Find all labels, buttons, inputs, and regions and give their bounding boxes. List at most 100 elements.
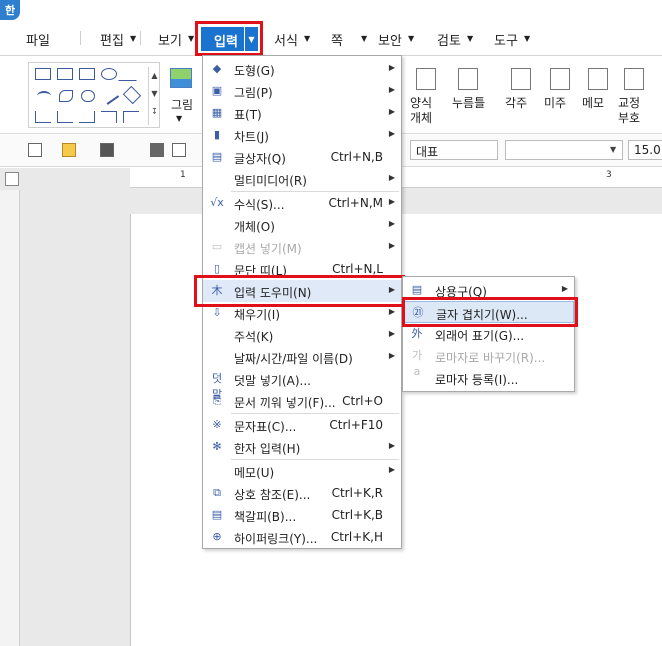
object-icon: [209, 217, 225, 233]
ribbon-group-4-icon[interactable]: [588, 68, 608, 90]
chevron-down-icon[interactable]: ▼: [408, 34, 414, 43]
chevron-down-icon[interactable]: ▼: [467, 34, 473, 43]
connector-3-icon[interactable]: [79, 111, 95, 123]
menu-4[interactable]: 쪽: [331, 30, 343, 49]
arc-shape-icon[interactable]: [37, 91, 51, 101]
submenu-arrow-icon: ▶: [388, 107, 395, 116]
textbox-shape-icon[interactable]: [35, 68, 51, 80]
app-logo-icon: 한: [0, 0, 20, 20]
ribbon-group-4-label[interactable]: 메모: [582, 96, 604, 111]
insert_menu-item-3[interactable]: ▮ 차트(J) ▶: [203, 124, 401, 146]
ribbon-group-5-icon[interactable]: [624, 68, 644, 90]
curve-shape-icon[interactable]: [81, 90, 95, 102]
picture-icon-large[interactable]: [170, 68, 192, 88]
insert_menu-item-0[interactable]: ◆ 도형(G) ▶: [203, 58, 401, 80]
picture-button-label[interactable]: 그림: [168, 96, 196, 113]
save-icon[interactable]: [100, 143, 114, 157]
insert_menu-item-1[interactable]: ▣ 그림(P) ▶: [203, 80, 401, 102]
shapes-gallery[interactable]: ▲ ▼ ↧: [28, 62, 160, 128]
new-document-icon[interactable]: [28, 143, 42, 157]
chevron-down-icon[interactable]: ▼: [130, 34, 136, 43]
chevron-down-icon[interactable]: ▼: [524, 34, 530, 43]
insert_menu-item-5[interactable]: 멀티미디어(R) ▶: [203, 168, 401, 190]
ribbon-group-0-label[interactable]: 양식 개체: [410, 96, 432, 126]
insert_menu-item-7[interactable]: √x 수식(S)... Ctrl+N,M ▶: [203, 192, 401, 214]
insert_menu-item-2[interactable]: ▦ 표(T) ▶: [203, 102, 401, 124]
insert_menu-item-18[interactable]: ※ 문자표(C)... Ctrl+F10: [203, 414, 401, 436]
annotation-icon: [209, 327, 225, 343]
menu-1[interactable]: 편집: [100, 30, 124, 49]
menu-6[interactable]: 검토: [437, 30, 461, 49]
insert_menu-item-15[interactable]: 덧말 덧말 넣기(A)...: [203, 368, 401, 401]
polygon-shape-icon[interactable]: [122, 85, 142, 105]
chevron-down-icon[interactable]: ▼: [188, 34, 194, 43]
highlight-enclosed-char: [402, 297, 578, 327]
insert_menu-item-14[interactable]: 날짜/시간/파일 이름(D) ▶: [203, 346, 401, 368]
submenu-arrow-icon: ▶: [388, 129, 395, 138]
ribbon-group-1-label[interactable]: 누름틀: [452, 96, 485, 111]
insert_menu-item-13[interactable]: 주석(K) ▶: [203, 324, 401, 346]
freeform-shape-icon[interactable]: [59, 90, 73, 102]
menu-2[interactable]: 보기: [158, 30, 182, 49]
ribbon-group-1-icon[interactable]: [458, 68, 478, 90]
chevron-down-icon[interactable]: ▼: [176, 114, 182, 123]
menu-5[interactable]: 보안: [378, 30, 402, 49]
connector-1-icon[interactable]: [35, 111, 51, 123]
pen-shape-icon[interactable]: [100, 87, 120, 105]
submenu-arrow-icon: ▶: [388, 307, 395, 316]
font-select[interactable]: [505, 140, 623, 160]
ribbon-group-0-icon[interactable]: [416, 68, 436, 90]
submenu-arrow-icon: ▶: [388, 85, 395, 94]
chevron-down-icon[interactable]: ▼: [304, 34, 310, 43]
ribbon-group-3-icon[interactable]: [550, 68, 570, 90]
insert_menu-item-8[interactable]: 개체(O) ▶: [203, 214, 401, 236]
menubar-separator: [140, 31, 141, 45]
submenu-arrow-icon: ▶: [388, 241, 395, 250]
insert_menu-item-16[interactable]: ⎘ 문서 끼워 넣기(F)... Ctrl+O: [203, 390, 401, 412]
insert_menu-item-23[interactable]: ▤ 책갈피(B)... Ctrl+K,B: [203, 504, 401, 526]
print-preview-icon[interactable]: [172, 143, 186, 157]
chart-icon: ▮: [213, 128, 221, 141]
insert_menu-item-19[interactable]: ✻ 한자 입력(H) ▶: [203, 436, 401, 458]
ribbon-group-2-label[interactable]: 각주: [505, 96, 527, 111]
submenu-arrow-icon: ▶: [388, 63, 395, 72]
connector-4-icon[interactable]: [101, 111, 117, 123]
submenu-arrow-icon: ▶: [388, 329, 395, 338]
vertical-ruler[interactable]: [0, 190, 20, 646]
tab-stop-icon[interactable]: [5, 172, 19, 186]
ruler-shape-icon[interactable]: [57, 68, 73, 80]
helper_submenu-item-4[interactable]: 로마자 등록(I)...: [403, 367, 574, 389]
chevron-down-icon[interactable]: ▼: [361, 34, 367, 43]
chevron-down-icon[interactable]: ▼: [610, 145, 616, 154]
menu-7[interactable]: 도구: [494, 30, 518, 49]
rectangle-shape-icon[interactable]: [79, 68, 95, 80]
menu-3[interactable]: 서식: [274, 30, 298, 49]
memo-icon: [209, 463, 225, 479]
font-size-select[interactable]: 15.0: [628, 140, 662, 160]
insert_menu-item-label: 메모(U): [234, 466, 275, 480]
connector-2-icon[interactable]: [57, 111, 73, 123]
insert_menu-item-22[interactable]: ⧉ 상호 참조(E)... Ctrl+K,R: [203, 482, 401, 504]
ellipse-shape-icon[interactable]: [101, 68, 117, 80]
highlight-input-helper: [194, 275, 405, 307]
insert_menu-item-21[interactable]: 메모(U) ▶: [203, 460, 401, 482]
open-folder-icon[interactable]: [62, 143, 76, 157]
line-shape-icon[interactable]: [118, 67, 150, 81]
insert_menu-item-24[interactable]: ⊕ 하이퍼링크(Y)... Ctrl+K,H: [203, 526, 401, 548]
ribbon-group-2-icon[interactable]: [511, 68, 531, 90]
ribbon-group-5-label[interactable]: 교정 부호: [618, 96, 640, 126]
menu-0[interactable]: 파일: [26, 30, 50, 49]
style-select[interactable]: 대표: [410, 140, 498, 160]
multimedia-icon: [209, 171, 225, 187]
insert_menu-item-label: 표(T): [234, 108, 262, 122]
textbox-icon: ▤: [211, 150, 223, 163]
ribbon-group-3-label[interactable]: 미주: [544, 96, 566, 111]
shapes-gallery-scroll[interactable]: ▲ ▼ ↧: [148, 67, 160, 125]
helper_submenu-item-label: 외래어 표기(G)...: [435, 329, 525, 343]
insert-document-icon: ⎘: [212, 394, 222, 407]
print-icon[interactable]: [150, 143, 164, 157]
connector-5-icon[interactable]: [123, 111, 139, 123]
insert_menu-item-label: 글상자(Q): [234, 152, 286, 166]
shortcut-text: Ctrl+N,B: [330, 150, 383, 164]
insert_menu-item-4[interactable]: ▤ 글상자(Q) Ctrl+N,B: [203, 146, 401, 168]
